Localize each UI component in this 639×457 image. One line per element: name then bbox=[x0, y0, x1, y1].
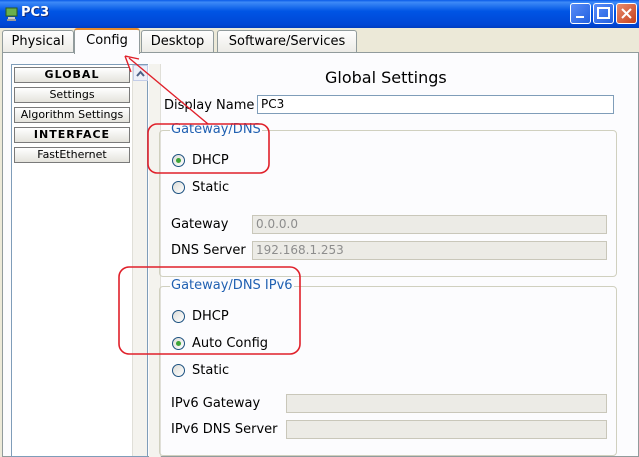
gateway-static-radio[interactable] bbox=[172, 181, 185, 194]
dns-server-label: DNS Server bbox=[171, 243, 246, 258]
ipv6-static-label[interactable]: Static bbox=[192, 363, 229, 378]
chevron-up-icon bbox=[136, 70, 145, 77]
nav-header-global[interactable]: GLOBAL bbox=[14, 67, 130, 83]
ipv6-auto-config-label[interactable]: Auto Config bbox=[192, 336, 268, 351]
title-bar: PC3 bbox=[0, 0, 639, 28]
close-button[interactable] bbox=[616, 3, 637, 24]
settings-nav-list: GLOBAL Settings Algorithm Settings INTER… bbox=[11, 64, 148, 457]
nav-item-settings[interactable]: Settings bbox=[14, 87, 130, 103]
ipv6-static-radio[interactable] bbox=[172, 364, 185, 377]
pc-app-icon bbox=[4, 6, 20, 22]
ipv6-gateway-label: IPv6 Gateway bbox=[171, 396, 261, 411]
ipv6-gateway-input[interactable] bbox=[286, 394, 607, 413]
ipv6-auto-config-radio[interactable] bbox=[172, 337, 185, 350]
close-icon bbox=[621, 8, 632, 19]
ipv6-dhcp-radio[interactable] bbox=[172, 310, 185, 323]
tab-physical[interactable]: Physical bbox=[2, 30, 74, 52]
maximize-button[interactable] bbox=[593, 3, 614, 24]
minimize-icon bbox=[576, 16, 584, 18]
minimize-button[interactable] bbox=[570, 3, 591, 24]
tab-desktop[interactable]: Desktop bbox=[141, 30, 214, 52]
maximize-icon bbox=[597, 7, 610, 19]
gateway-dhcp-label[interactable]: DHCP bbox=[192, 153, 229, 168]
dns-server-input[interactable]: 192.168.1.253 bbox=[252, 241, 607, 260]
tab-strip: Physical Config Desktop Software/Service… bbox=[0, 28, 639, 54]
gateway-static-label[interactable]: Static bbox=[192, 180, 229, 195]
gateway-label: Gateway bbox=[171, 217, 229, 232]
scroll-up-button[interactable] bbox=[133, 65, 148, 81]
nav-scrollbar[interactable] bbox=[132, 65, 148, 456]
nav-item-fastethernet[interactable]: FastEthernet bbox=[14, 147, 130, 163]
display-name-input[interactable]: PC3 bbox=[257, 95, 614, 114]
nav-header-interface[interactable]: INTERFACE bbox=[14, 127, 130, 143]
ipv6-dhcp-label[interactable]: DHCP bbox=[192, 309, 229, 324]
gateway-input[interactable]: 0.0.0.0 bbox=[252, 215, 607, 234]
ipv6-dns-server-input[interactable] bbox=[286, 420, 607, 439]
tab-config[interactable]: Config bbox=[74, 28, 140, 54]
display-name-label: Display Name bbox=[164, 98, 255, 113]
global-settings-pane: Global Settings Display Name PC3 Gateway… bbox=[149, 64, 639, 457]
gateway-dns-ipv6-legend: Gateway/DNS IPv6 bbox=[170, 278, 294, 293]
ipv6-dns-server-label: IPv6 DNS Server bbox=[171, 422, 278, 437]
window-title: PC3 bbox=[21, 5, 50, 20]
nav-item-algorithm-settings[interactable]: Algorithm Settings bbox=[14, 107, 130, 123]
gateway-dhcp-radio[interactable] bbox=[172, 154, 185, 167]
gateway-dns-legend: Gateway/DNS bbox=[170, 122, 262, 137]
tab-software-services[interactable]: Software/Services bbox=[217, 30, 357, 52]
page-title: Global Settings bbox=[325, 68, 447, 87]
